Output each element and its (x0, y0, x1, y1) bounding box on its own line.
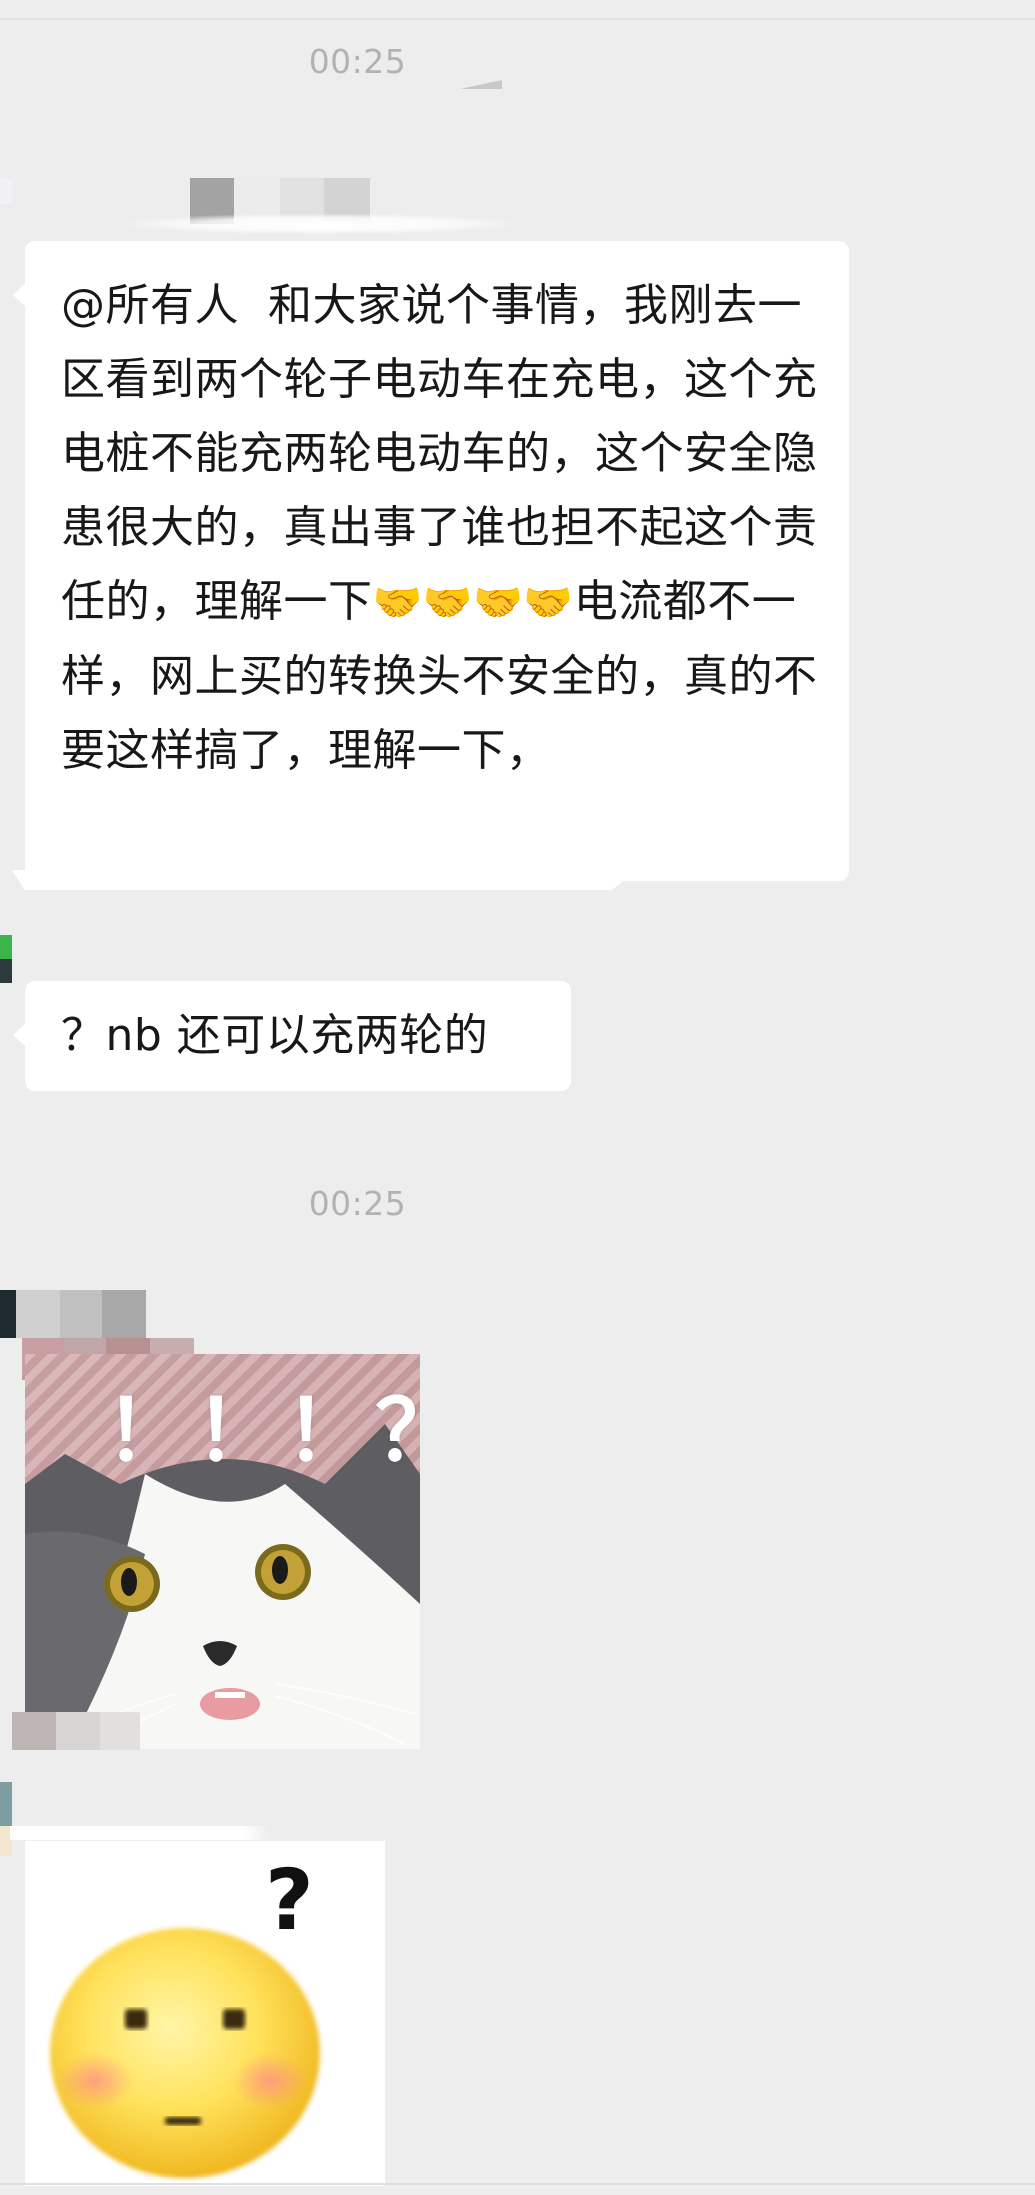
avatar[interactable] (0, 1782, 12, 1826)
confused-emoji-sticker[interactable]: ? (25, 1841, 385, 2186)
message-bubble-shadow (12, 870, 637, 890)
sender-name-blurred (0, 1290, 146, 1338)
timestamp: 00:25 (308, 42, 407, 81)
handshake-emoji: 🤝🤝🤝🤝 (372, 580, 574, 626)
avatar[interactable] (0, 935, 12, 959)
message-bubble[interactable]: @所有人 和大家说个事情，我刚去一区看到两个轮子电动车在充电，这个充电桩不能充两… (13, 241, 849, 881)
bottom-divider (0, 2183, 1035, 2185)
message-bubble[interactable]: ？nb 还可以充两轮的 (13, 981, 571, 1091)
sticker-mosaic (12, 1712, 140, 1750)
message-text: ？nb 还可以充两轮的 (61, 1010, 489, 1061)
message-text: @所有人 和大家说个事情，我刚去一区看到两个轮子电动车在充电，这个充电桩不能充两… (61, 269, 821, 788)
timestamp: 00:25 (308, 1184, 407, 1223)
timestamp-mark (460, 80, 502, 89)
avatar[interactable] (0, 178, 12, 204)
sender-name-glow (10, 1826, 270, 1840)
avatar-lower (0, 959, 12, 983)
question-mark: ? (265, 1851, 314, 1949)
confused-face-image (50, 1928, 320, 2178)
surprised-cat-sticker[interactable]: ！！！？？ (25, 1354, 420, 1749)
sender-name-glow (130, 214, 510, 234)
top-divider (0, 18, 1035, 20)
sticker-caption: ！！！？？ (105, 1382, 420, 1480)
